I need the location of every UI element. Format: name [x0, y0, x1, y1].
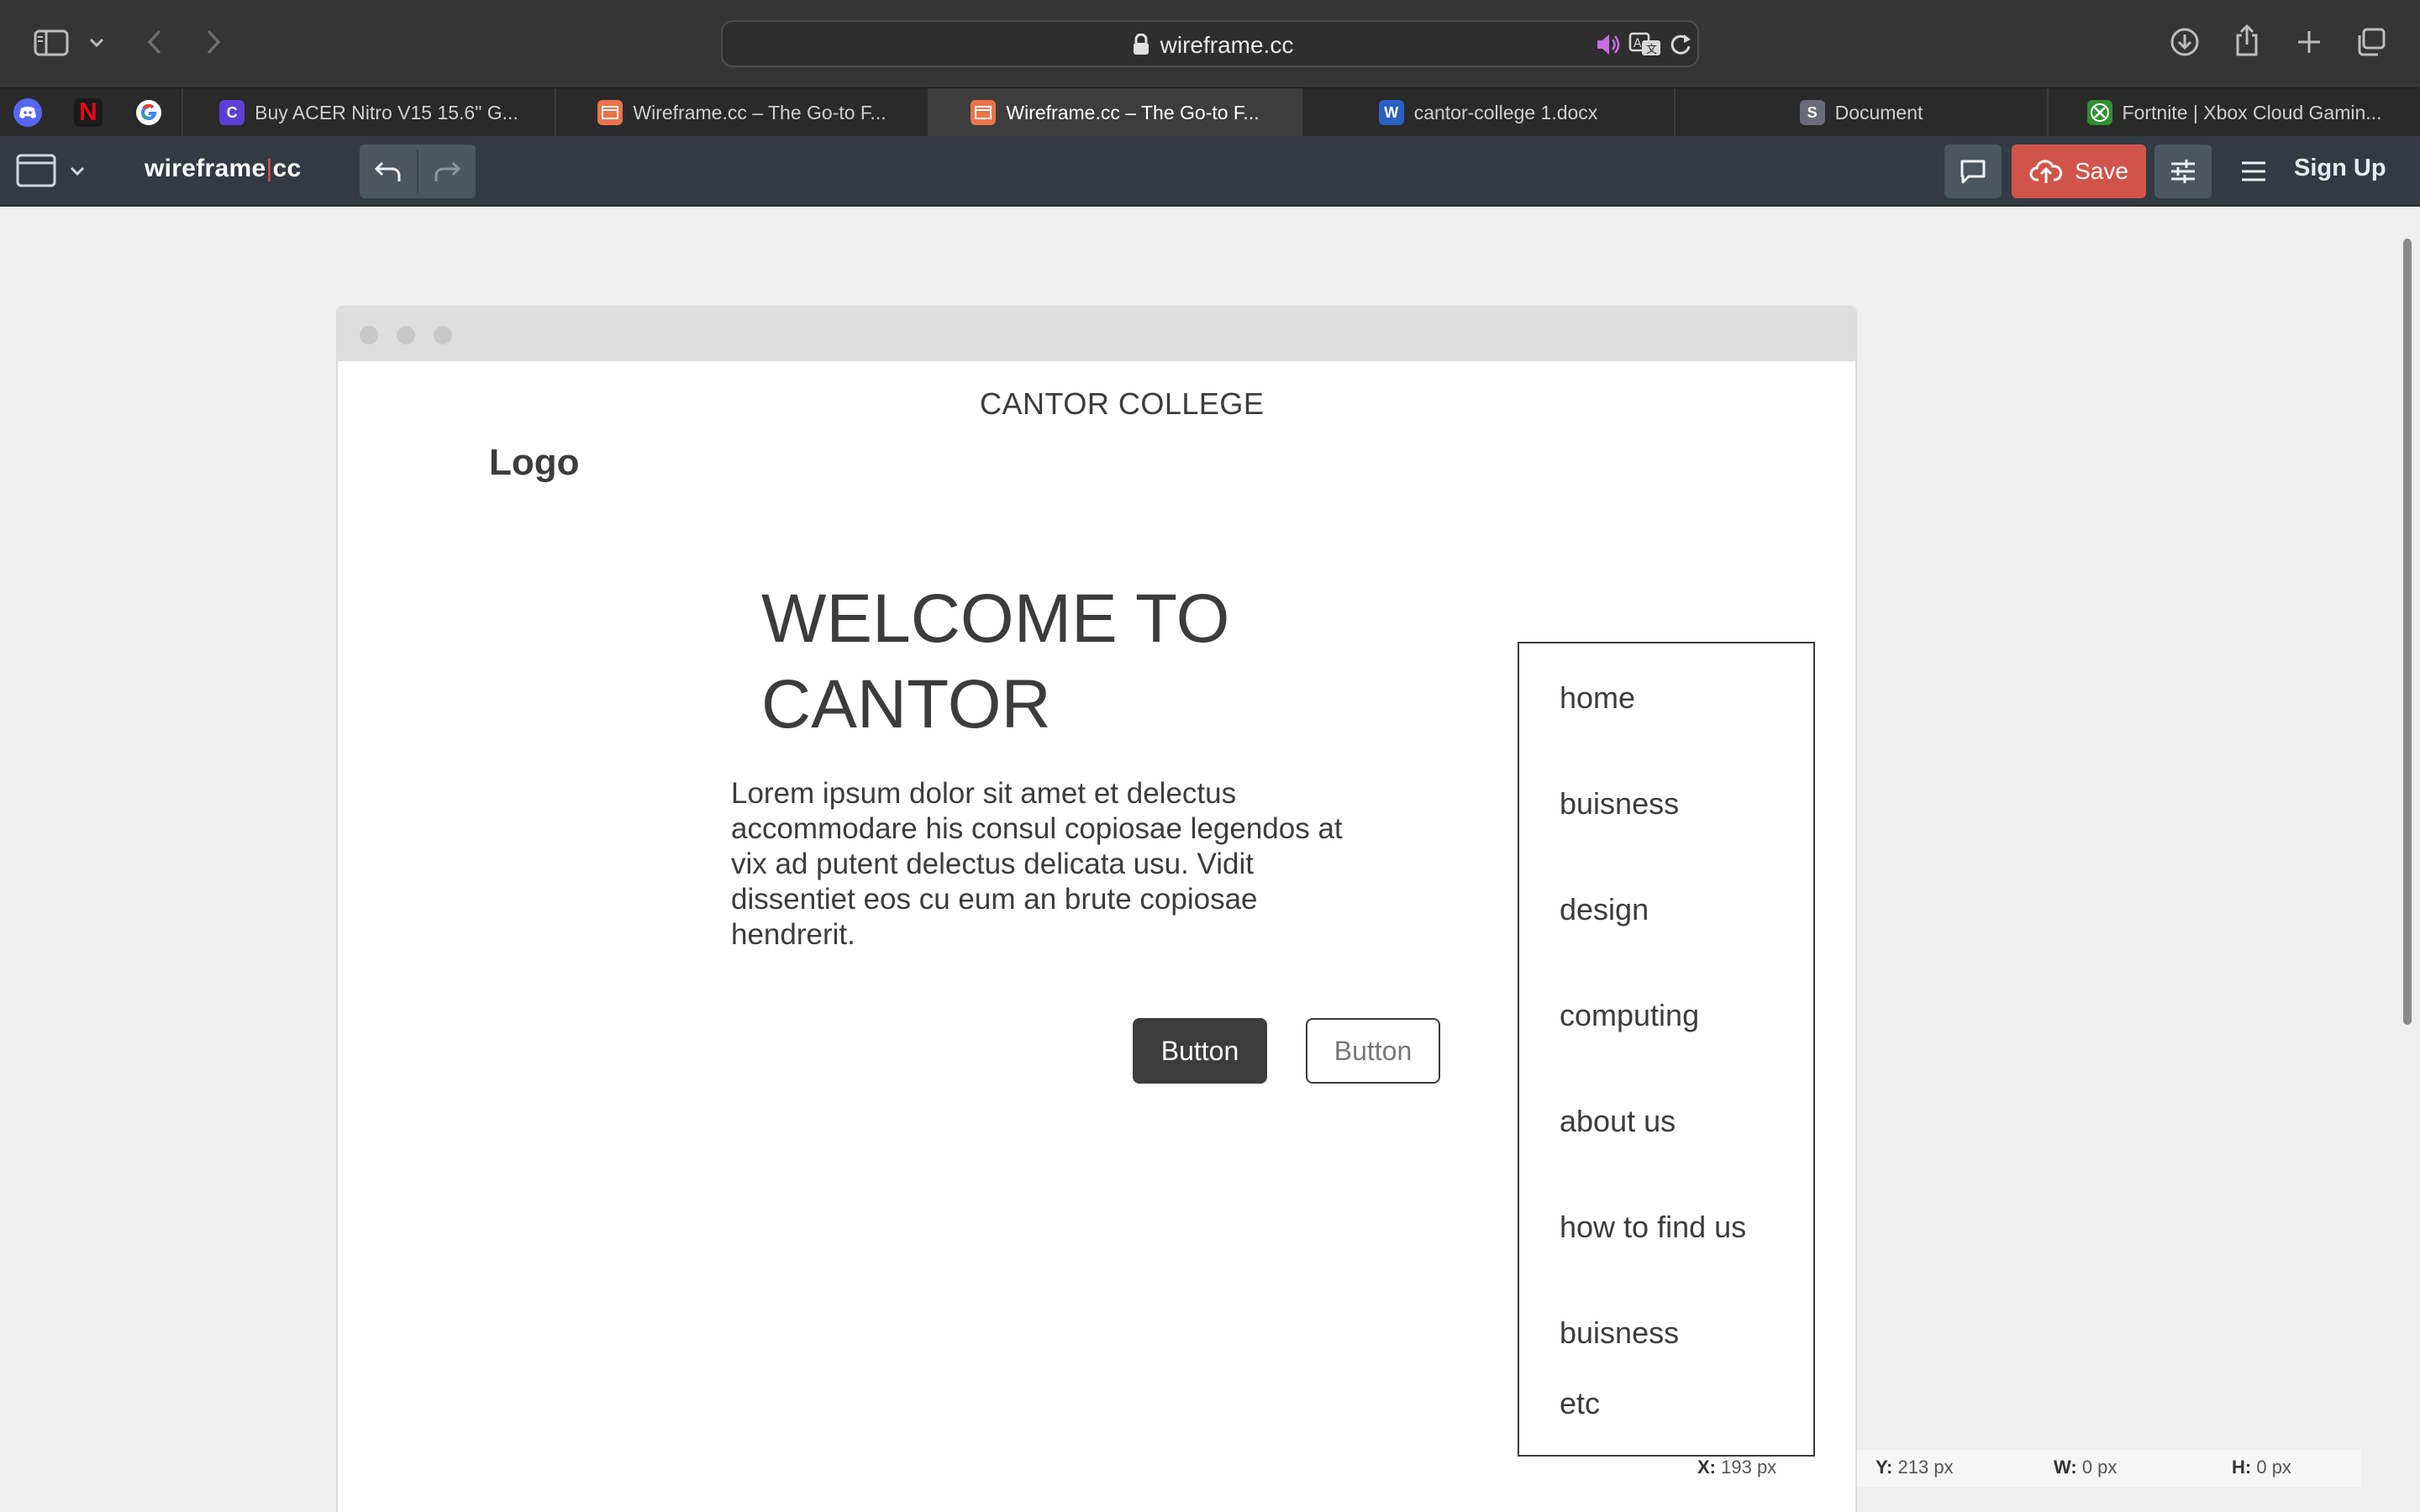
- nav-item-home[interactable]: home: [1560, 680, 1635, 716]
- welcome-line-1: WELCOME TO: [761, 580, 1230, 657]
- svg-text:文: 文: [1646, 44, 1657, 56]
- tab-overview-icon[interactable]: [2354, 25, 2388, 59]
- undo-button[interactable]: [360, 144, 417, 198]
- save-label: Save: [2075, 158, 2128, 184]
- wireframe-window-chrome: [338, 307, 1855, 361]
- reload-icon[interactable]: [1669, 32, 1692, 61]
- chevron-down-icon[interactable]: [86, 32, 108, 54]
- readout-h: H: 0 px: [2232, 1457, 2291, 1478]
- sign-up-link[interactable]: Sign Up: [2294, 155, 2386, 182]
- tab-xbox[interactable]: Fortnite | Xbox Cloud Gamin...: [2047, 88, 2420, 137]
- address-bar[interactable]: wireframe.cc A文: [721, 20, 1699, 67]
- tab-word-doc[interactable]: W cantor-college 1.docx: [1301, 88, 1674, 137]
- secondary-button[interactable]: Button: [1306, 1018, 1440, 1084]
- body-paragraph[interactable]: Lorem ipsum dolor sit amet et delectus a…: [731, 776, 1370, 953]
- brand-right: cc: [272, 155, 302, 182]
- nav-item-buisness[interactable]: buisness: [1560, 786, 1679, 822]
- welcome-heading[interactable]: WELCOME TO CANTOR: [761, 576, 1349, 748]
- logo-text[interactable]: Logo: [489, 442, 580, 484]
- readout-x-value: 193 px: [1721, 1457, 1777, 1478]
- tab-wireframe-1[interactable]: Wireframe.cc – The Go-to F...: [555, 88, 928, 137]
- nav-item-about-us[interactable]: about us: [1560, 1104, 1676, 1139]
- nav-item-buisness-2[interactable]: buisness: [1560, 1315, 1679, 1351]
- tab-label: Wireframe.cc – The Go-to F...: [633, 101, 886, 123]
- url-text: wireframe.cc: [1160, 32, 1294, 58]
- translate-icon[interactable]: A文: [1628, 32, 1662, 61]
- svg-text:A: A: [1634, 37, 1642, 50]
- tab-wireframe-2[interactable]: Wireframe.cc – The Go-to F...: [928, 88, 1301, 137]
- readout-y: Y: 213 px: [1876, 1457, 1954, 1478]
- wireframe-favicon: [597, 100, 623, 125]
- c-favicon: C: [219, 100, 245, 125]
- readout-h-value: 0 px: [2256, 1457, 2291, 1478]
- wireframe-canvas[interactable]: CANTOR COLLEGE Logo WELCOME TO CANTOR Lo…: [336, 306, 1857, 1512]
- save-button[interactable]: Save: [2012, 144, 2146, 198]
- window-dot: [434, 326, 452, 344]
- comment-icon: [1960, 160, 1986, 184]
- nav-item-etc[interactable]: etc: [1560, 1386, 1600, 1421]
- readout-x-label: X:: [1697, 1457, 1716, 1478]
- primary-button[interactable]: Button: [1133, 1018, 1267, 1084]
- readout-y-value: 213 px: [1897, 1457, 1954, 1478]
- readout-w: W: 0 px: [2054, 1457, 2117, 1478]
- google-icon[interactable]: [134, 98, 163, 127]
- chevron-down-icon[interactable]: [67, 161, 87, 181]
- window-dot: [397, 326, 415, 344]
- brand-left: wireframe: [145, 155, 266, 182]
- settings-button[interactable]: [2154, 144, 2212, 198]
- sidebar-toggle-icon[interactable]: [32, 27, 71, 59]
- nav-menu-box[interactable]: home buisness design computing about us …: [1518, 642, 1815, 1457]
- back-icon[interactable]: [139, 25, 170, 59]
- readout-w-value: 0 px: [2081, 1457, 2118, 1478]
- window-menu-icon[interactable]: [15, 151, 57, 190]
- download-icon[interactable]: [2168, 25, 2202, 59]
- tab-label: Document: [1834, 101, 1923, 123]
- readout-h-label: H:: [2232, 1457, 2252, 1478]
- redo-button[interactable]: [418, 144, 476, 198]
- nav-item-design[interactable]: design: [1560, 892, 1649, 927]
- cloud-upload-icon: [2029, 160, 2063, 183]
- wireframe-favicon: [971, 100, 997, 125]
- window-dot: [360, 326, 378, 344]
- speaker-icon[interactable]: [1595, 32, 1622, 61]
- browser-titlebar: wireframe.cc A文: [0, 0, 2420, 87]
- xbox-favicon: [2086, 100, 2112, 125]
- tab-label: cantor-college 1.docx: [1413, 101, 1598, 123]
- sliders-icon: [2171, 160, 2195, 183]
- forward-icon[interactable]: [198, 25, 229, 59]
- netflix-icon[interactable]: N: [74, 98, 103, 127]
- tab-label: Wireframe.cc – The Go-to F...: [1006, 101, 1260, 123]
- word-favicon: W: [1378, 100, 1404, 125]
- readout-x: X: 193 px: [1697, 1457, 1776, 1478]
- share-icon[interactable]: [2230, 22, 2264, 59]
- welcome-line-2: CANTOR: [761, 666, 1051, 743]
- readout-w-label: W:: [2054, 1457, 2077, 1478]
- discord-icon[interactable]: [13, 98, 42, 127]
- nav-item-how-to-find-us[interactable]: how to find us: [1560, 1210, 1746, 1245]
- nav-item-computing[interactable]: computing: [1560, 998, 1699, 1033]
- new-tab-icon[interactable]: [2292, 25, 2326, 59]
- tab-strip: N C Buy ACER Nitro V15 15.6" G... Wirefr…: [0, 87, 2420, 137]
- college-title[interactable]: CANTOR COLLEGE: [980, 386, 1264, 422]
- scrollbar[interactable]: [2403, 239, 2412, 1025]
- undo-redo-group: [360, 144, 476, 198]
- comment-button[interactable]: [1944, 144, 2002, 198]
- app-toolbar: wireframe|cc Save Sign Up: [0, 136, 2420, 207]
- s-favicon: S: [1799, 100, 1825, 125]
- app-logo[interactable]: wireframe|cc: [145, 155, 302, 183]
- tab-label: Fortnite | Xbox Cloud Gamin...: [2122, 101, 2382, 123]
- tab-document[interactable]: S Document: [1674, 88, 2047, 137]
- hamburger-menu-icon[interactable]: [2237, 156, 2270, 186]
- readout-y-label: Y:: [1876, 1457, 1893, 1478]
- tab-label: Buy ACER Nitro V15 15.6" G...: [255, 101, 518, 123]
- tab-acer[interactable]: C Buy ACER Nitro V15 15.6" G...: [182, 88, 555, 137]
- brand-pipe: |: [266, 155, 273, 182]
